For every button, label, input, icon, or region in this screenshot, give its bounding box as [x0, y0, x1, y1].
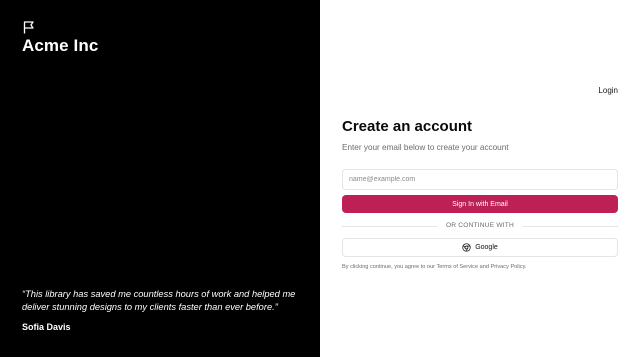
email-field[interactable] [342, 169, 618, 190]
testimonial-author: Sofia Davis [22, 322, 71, 332]
terms-and: and [478, 264, 491, 270]
brand-panel: Acme Inc “This library has saved me coun… [0, 0, 320, 357]
page-title: Create an account [342, 118, 473, 135]
google-icon [462, 243, 471, 252]
divider-line-right [523, 226, 618, 227]
testimonial-quote: “This library has saved me countless hou… [22, 289, 296, 312]
flag-icon [23, 21, 34, 34]
terms-text: By clicking continue, you agree to our T… [342, 264, 622, 270]
page-subtitle: Enter your email below to create your ac… [342, 143, 509, 152]
privacy-policy-link[interactable]: Privacy Policy [491, 264, 525, 270]
signup-panel: Login Create an account Enter your email… [320, 0, 640, 357]
login-link[interactable]: Login [598, 86, 618, 95]
google-button[interactable]: Google [342, 238, 618, 257]
brand-name: Acme Inc [22, 36, 99, 55]
terms-prefix: By clicking continue, you agree to our [342, 264, 437, 270]
terms-suffix: . [524, 264, 527, 270]
sign-in-with-email-button[interactable]: Sign In with Email [342, 195, 618, 213]
terms-of-service-link[interactable]: Terms of Service [436, 264, 478, 270]
google-button-label: Google [475, 244, 498, 251]
